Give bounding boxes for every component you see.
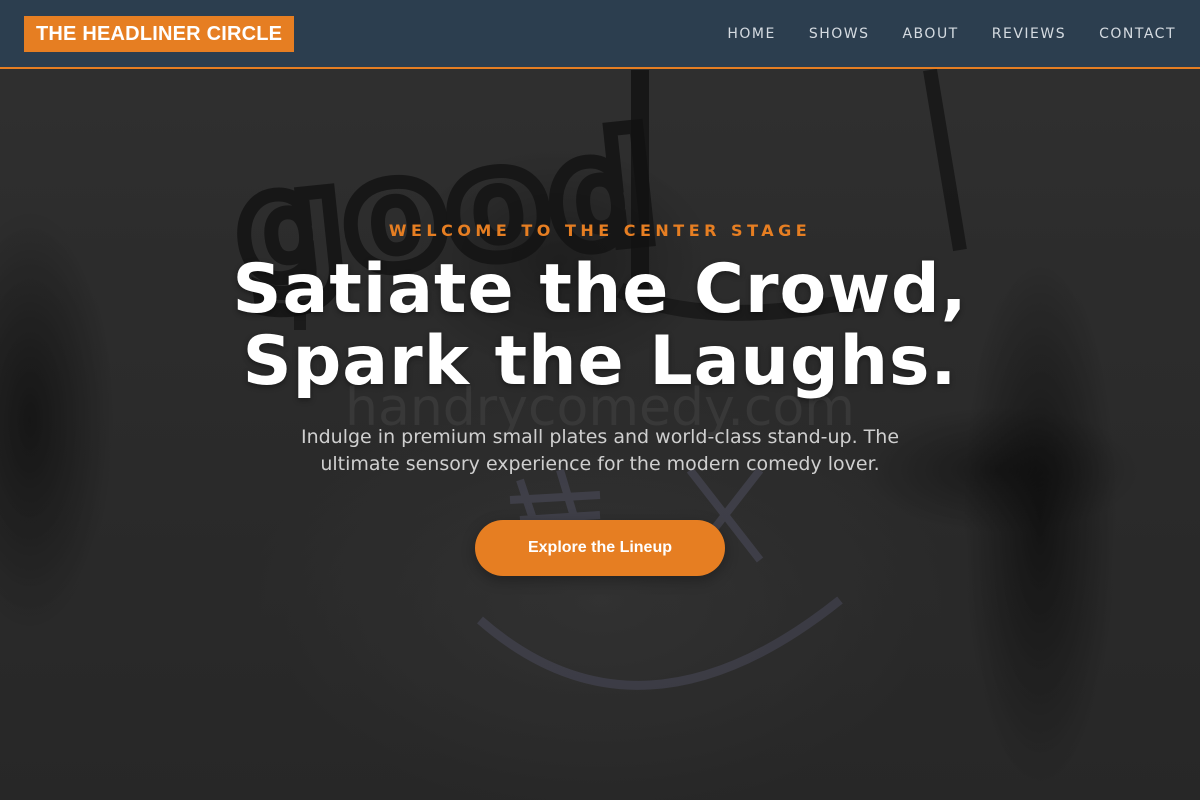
- hero-section: WELCOME TO THE CENTER STAGE Satiate the …: [0, 69, 1200, 800]
- hero-subtext: Indulge in premium small plates and worl…: [300, 426, 900, 475]
- nav-reviews-link[interactable]: REVIEWS: [992, 26, 1066, 42]
- hero-eyebrow: WELCOME TO THE CENTER STAGE: [388, 221, 812, 240]
- site-header: THE HEADLINER CIRCLE HOME SHOWS ABOUT RE…: [0, 0, 1200, 69]
- headline-line-2: Spark the Laughs.: [242, 322, 958, 401]
- nav-shows-link[interactable]: SHOWS: [809, 26, 870, 42]
- nav-contact-link[interactable]: CONTACT: [1099, 26, 1176, 42]
- main-nav: HOME SHOWS ABOUT REVIEWS CONTACT: [694, 26, 1176, 42]
- hero-headline: Satiate the Crowd, Spark the Laughs.: [232, 254, 967, 398]
- explore-lineup-button[interactable]: Explore the Lineup: [475, 520, 725, 576]
- headline-line-1: Satiate the Crowd,: [232, 250, 968, 329]
- site-logo[interactable]: THE HEADLINER CIRCLE: [24, 15, 295, 52]
- nav-about-link[interactable]: ABOUT: [902, 26, 958, 42]
- nav-home-link[interactable]: HOME: [727, 26, 775, 42]
